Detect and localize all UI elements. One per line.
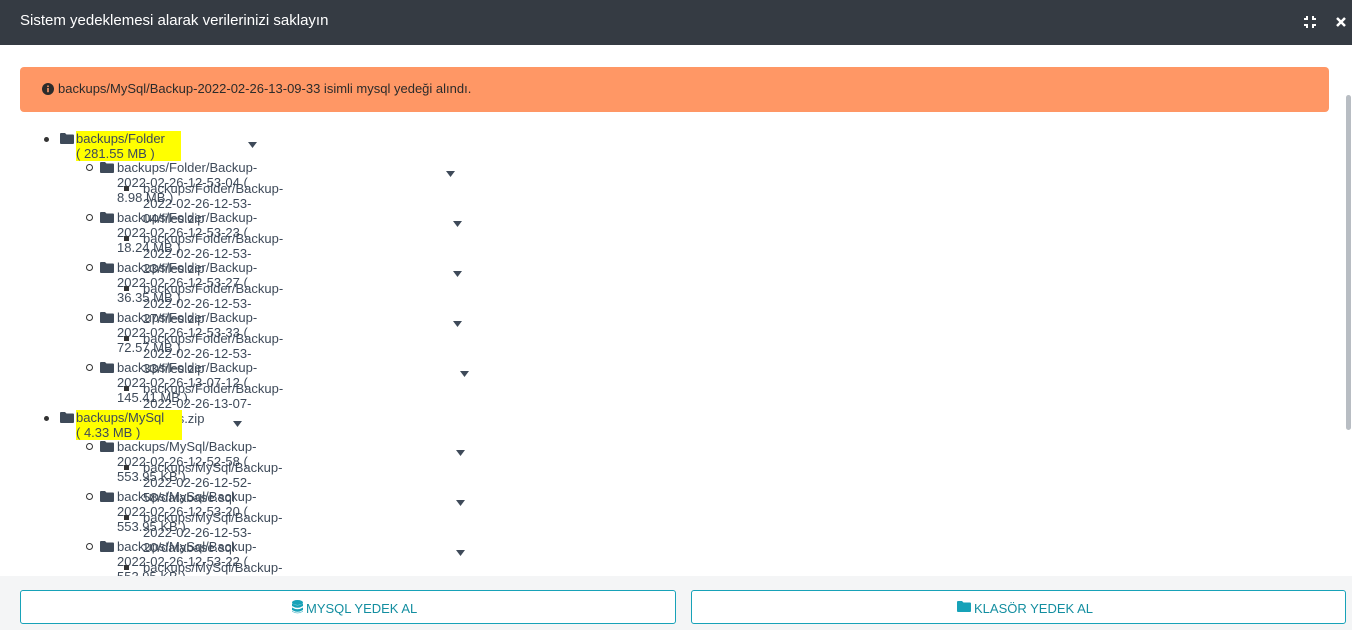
folder-icon xyxy=(100,261,114,276)
bullet xyxy=(124,336,129,341)
tree-file-label[interactable]: backups/MySql/Backup-2022-02-26-12-53-22… xyxy=(143,560,282,576)
folder-icon xyxy=(60,411,74,426)
bullet xyxy=(124,286,129,291)
folder-backup-label: KLASÖR YEDEK AL xyxy=(974,601,1093,616)
tree-root-label[interactable]: backups/MySql ( 4.33 MB ) xyxy=(76,410,183,440)
folder-icon xyxy=(100,311,114,326)
info-icon xyxy=(42,83,54,98)
bullet xyxy=(124,386,129,391)
folder-icon xyxy=(100,490,114,505)
bullet xyxy=(124,465,129,470)
modal-footer: MYSQL YEDEK AL KLASÖR YEDEK AL xyxy=(0,576,1352,630)
alert-message: backups/MySql/Backup-2022-02-26-13-09-33… xyxy=(58,81,472,96)
bullet xyxy=(124,565,129,570)
scrollbar[interactable] xyxy=(1346,95,1351,430)
folder-icon xyxy=(100,211,114,226)
caret-down-icon[interactable] xyxy=(233,415,242,430)
caret-down-icon[interactable] xyxy=(453,315,462,330)
tree-root-label[interactable]: backups/Folder ( 281.55 MB ) xyxy=(76,131,181,161)
bullet xyxy=(124,186,129,191)
mysql-backup-label: MYSQL YEDEK AL xyxy=(306,601,418,616)
caret-down-icon[interactable] xyxy=(456,444,465,459)
folder-icon xyxy=(100,540,114,555)
database-icon xyxy=(292,600,303,614)
caret-down-icon[interactable] xyxy=(456,544,465,559)
bullet xyxy=(86,314,93,321)
bullet xyxy=(86,364,93,371)
folder-backup-button[interactable]: KLASÖR YEDEK AL xyxy=(691,590,1346,624)
bullet xyxy=(86,543,93,550)
caret-down-icon[interactable] xyxy=(453,215,462,230)
bullet xyxy=(86,214,93,221)
folder-icon xyxy=(100,161,114,176)
caret-down-icon[interactable] xyxy=(456,494,465,509)
folder-icon xyxy=(60,132,74,147)
compress-icon[interactable] xyxy=(1300,12,1322,34)
modal-header: Sistem yedeklemesi alarak verilerinizi s… xyxy=(0,0,1352,45)
folder-icon xyxy=(957,601,971,612)
bullet xyxy=(124,515,129,520)
success-alert: backups/MySql/Backup-2022-02-26-13-09-33… xyxy=(20,67,1329,112)
caret-down-icon[interactable] xyxy=(453,265,462,280)
caret-down-icon[interactable] xyxy=(248,136,257,151)
modal-body[interactable]: backups/MySql/Backup-2022-02-26-13-09-33… xyxy=(0,45,1352,576)
caret-down-icon[interactable] xyxy=(446,165,455,180)
bullet xyxy=(44,137,49,142)
bullet xyxy=(124,236,129,241)
folder-icon xyxy=(100,440,114,455)
bullet xyxy=(86,443,93,450)
bullet xyxy=(44,416,49,421)
close-icon[interactable] xyxy=(1331,12,1352,34)
folder-icon xyxy=(100,361,114,376)
bullet xyxy=(86,164,93,171)
bullet xyxy=(86,493,93,500)
caret-down-icon[interactable] xyxy=(460,365,469,380)
modal-title: Sistem yedeklemesi alarak verilerinizi s… xyxy=(20,12,329,29)
mysql-backup-button[interactable]: MYSQL YEDEK AL xyxy=(20,590,676,624)
bullet xyxy=(86,264,93,271)
